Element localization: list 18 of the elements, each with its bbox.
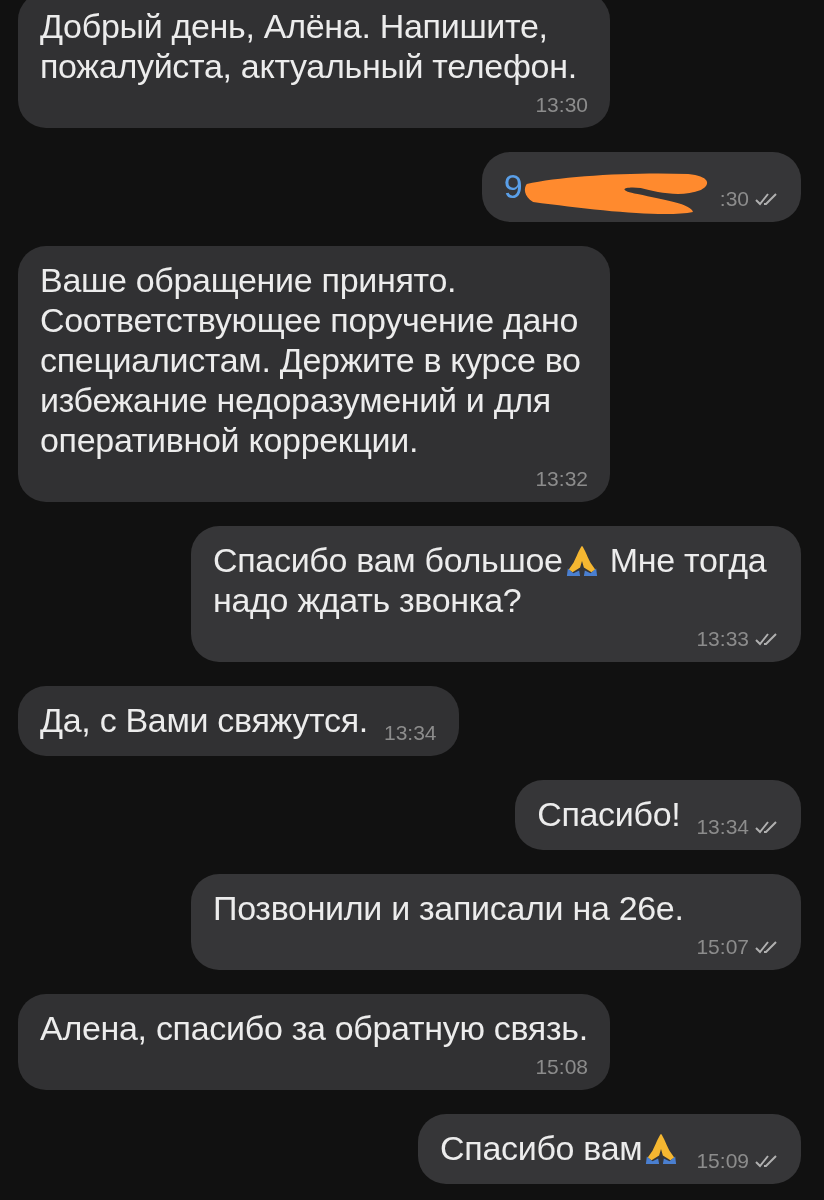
message-text: 9 — [503, 166, 524, 206]
message-text: Добрый день, Алёна. Напишите, пожалуйста, актуальный телефон. — [40, 6, 578, 86]
message-time: 13:34 — [383, 720, 437, 746]
message-text: Ваше обращение принято. Соответствующее поручение дано специалистам. Держите в курсе во избежание недоразумений и для оперативной коррекции. — [40, 260, 582, 460]
message-time: 15:07 — [696, 934, 749, 960]
message-time: 13:34 — [696, 814, 749, 840]
message-time: :30 — [719, 186, 749, 212]
message-text: Да, с Вами свяжутся. — [40, 700, 368, 740]
message-text: Спасибо вам большое Мне тогда надо ждать звонка? — [213, 540, 768, 620]
message-text: Позвонили и записали на 26е. — [213, 888, 684, 928]
message-time: 13:33 — [696, 626, 749, 652]
message-time: 15:09 — [696, 1148, 749, 1174]
message-text: Спасибо! — [537, 794, 681, 834]
message-time: 13:32 — [535, 466, 588, 492]
message-time: 13:30 — [535, 92, 588, 118]
message-text: Алена, спасибо за обратную связь. — [40, 1008, 588, 1048]
message-text: Спасибо вам — [440, 1128, 681, 1168]
message-time: 15:08 — [535, 1054, 588, 1080]
